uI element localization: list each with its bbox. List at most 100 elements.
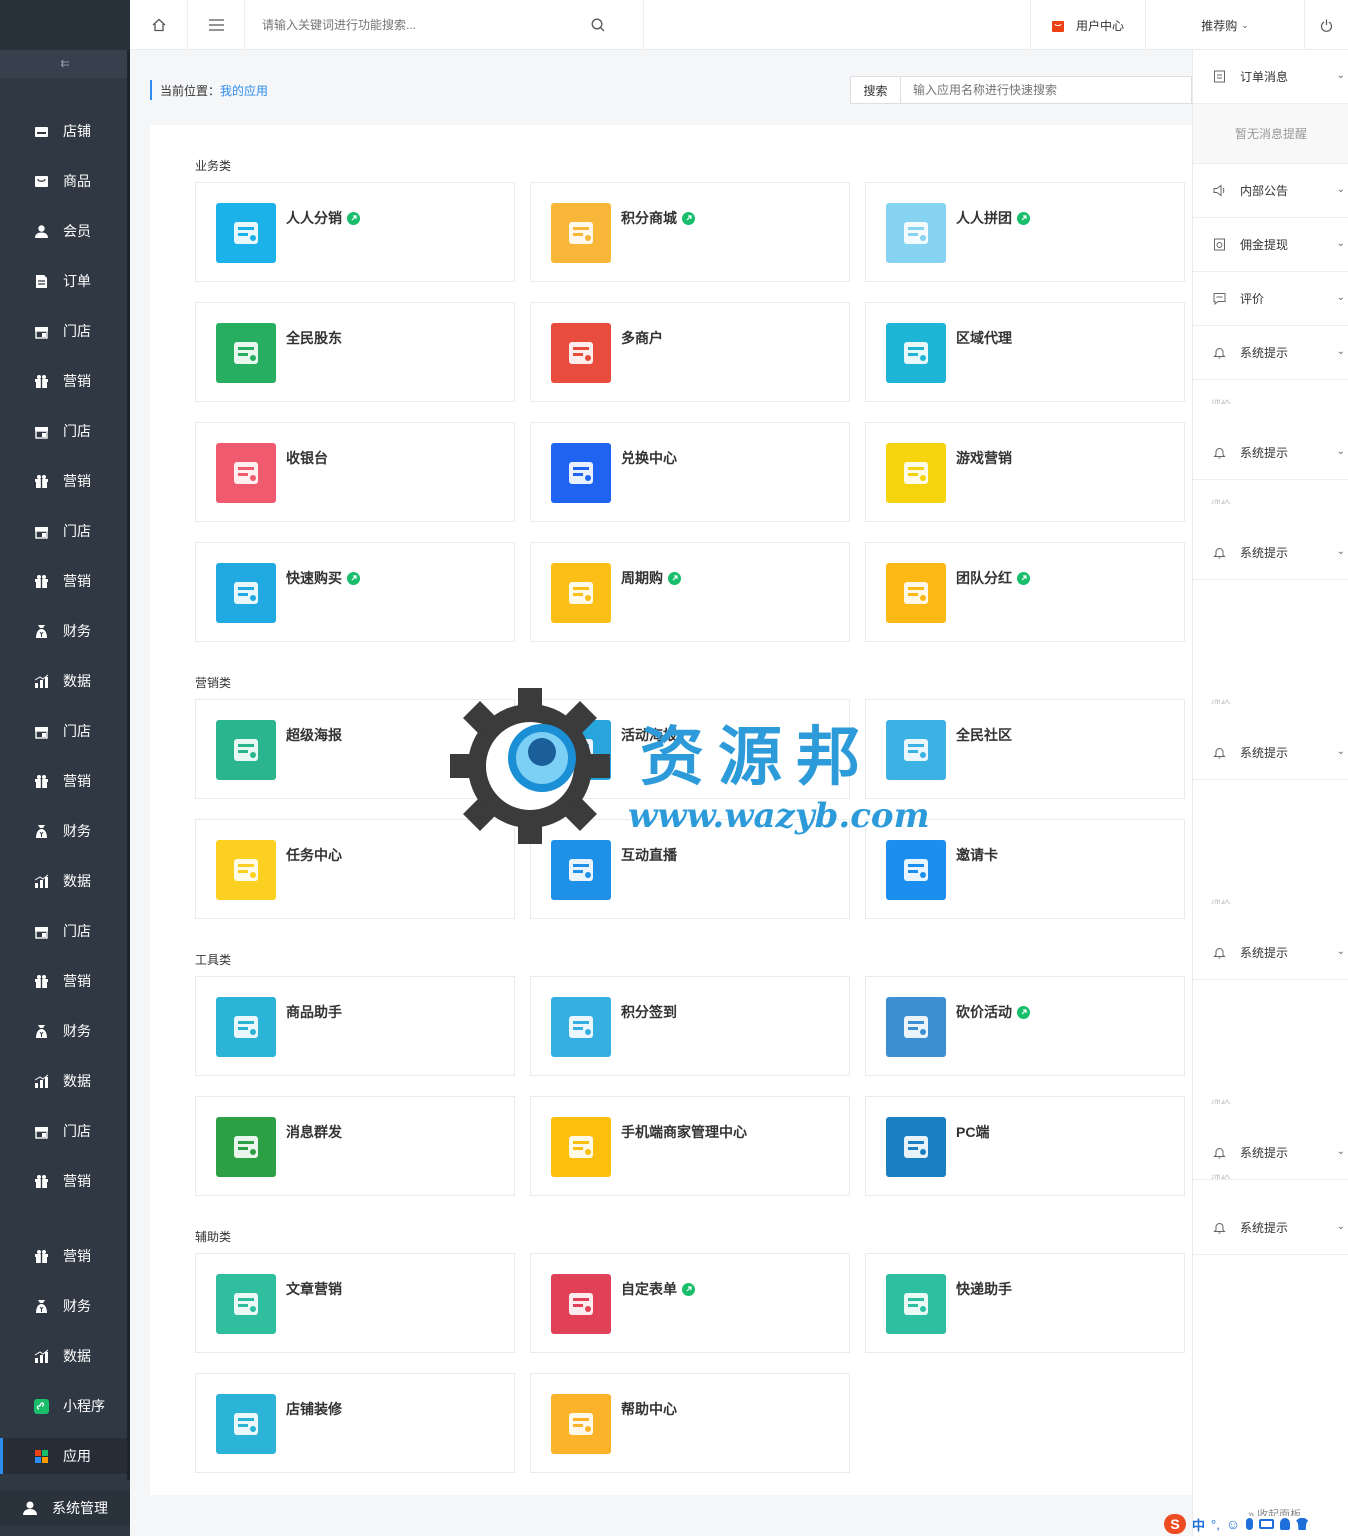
app-card[interactable]: 商品助手 — [195, 976, 515, 1076]
app-card[interactable]: 积分商城 — [530, 182, 850, 282]
sidebar-item-2[interactable]: 会员 — [0, 213, 127, 249]
sidebar-item-11[interactable]: 数据 — [0, 663, 127, 699]
app-card[interactable]: 店铺装修 — [195, 1373, 515, 1473]
sidebar-item-label: 小程序 — [63, 1398, 105, 1414]
app-card[interactable]: 游戏营销 — [865, 422, 1185, 522]
sidebar-item-21[interactable]: 营销 — [0, 1163, 127, 1199]
ime-chinese-icon[interactable]: 中 — [1192, 1515, 1205, 1534]
sidebar-item-14[interactable]: 财务 — [0, 813, 127, 849]
withdraw-icon — [1213, 238, 1226, 251]
app-name-text: 互动直播 — [621, 847, 677, 863]
sidebar-item-4[interactable]: 门店 — [0, 313, 127, 349]
panel-item-6[interactable]: 系统提示 ⌄ — [1193, 526, 1348, 580]
app-card[interactable]: 兑换中心 — [530, 422, 850, 522]
sidebar-item-12[interactable]: 门店 — [0, 713, 127, 749]
panel-item-3[interactable]: 评价 ⌄ — [1193, 272, 1348, 326]
ime-user-icon[interactable] — [1280, 1518, 1291, 1530]
sidebar-item-label: 门店 — [63, 323, 91, 339]
message-icon — [216, 1117, 276, 1177]
app-card[interactable]: 砍价活动 — [865, 976, 1185, 1076]
sidebar-item-1[interactable]: 商品 — [0, 163, 127, 199]
sidebar-item-24[interactable]: 数据 — [0, 1338, 127, 1374]
system-manage-button[interactable]: 系统管理 — [0, 1490, 130, 1526]
app-card[interactable]: 文章营销 — [195, 1253, 515, 1353]
panel-item-1[interactable]: 内部公告 ⌄ — [1193, 164, 1348, 218]
ime-keyboard-icon[interactable] — [1259, 1519, 1275, 1529]
panel-item-8[interactable]: 系统提示 ⌄ — [1193, 926, 1348, 980]
app-card[interactable]: 团队分红 — [865, 542, 1185, 642]
gift-icon — [34, 374, 49, 389]
sidebar-item-19[interactable]: 数据 — [0, 1063, 127, 1099]
user-center-button[interactable]: 用户中心 — [1030, 0, 1146, 50]
breadcrumb-current[interactable]: 我的应用 — [220, 82, 268, 99]
panel-item-5[interactable]: 系统提示 ⌄ — [1193, 426, 1348, 480]
sidebar-item-8[interactable]: 门店 — [0, 513, 127, 549]
sidebar-item-18[interactable]: 财务 — [0, 1013, 127, 1049]
sidebar-item-13[interactable]: 营销 — [0, 763, 127, 799]
sidebar-scrollbar[interactable] — [127, 50, 130, 1480]
sidebar-item-23[interactable]: 财务 — [0, 1288, 127, 1324]
sidebar-item-15[interactable]: 数据 — [0, 863, 127, 899]
app-card[interactable]: 人人分销 — [195, 182, 515, 282]
chevron-down-icon: ⌄ — [1336, 346, 1345, 357]
power-icon — [1320, 19, 1333, 32]
panel-item-0[interactable]: 订单消息 ⌄ — [1193, 50, 1348, 104]
app-card[interactable]: 积分签到 — [530, 976, 850, 1076]
sogou-icon[interactable]: S — [1164, 1514, 1186, 1534]
app-card[interactable]: 全民股东 — [195, 302, 515, 402]
app-card[interactable]: 快递助手 — [865, 1253, 1185, 1353]
quick-search-input[interactable] — [901, 83, 1181, 97]
sidebar-item-10[interactable]: 财务 — [0, 613, 127, 649]
breadcrumb-prefix: 当前位置： — [160, 83, 221, 98]
sidebar-item-20[interactable]: 门店 — [0, 1113, 127, 1149]
menu-button[interactable] — [188, 0, 245, 50]
home-button[interactable] — [130, 0, 188, 50]
app-card[interactable]: 区域代理 — [865, 302, 1185, 402]
ime-skin-icon[interactable] — [1296, 1518, 1309, 1530]
app-card[interactable]: 手机端商家管理中心 — [530, 1096, 850, 1196]
app-card[interactable]: 多商户 — [530, 302, 850, 402]
panel-item-7[interactable]: 系统提示 ⌄ — [1193, 726, 1348, 780]
ime-punct-icon[interactable]: °, — [1211, 1517, 1220, 1532]
sidebar-item-label: 财务 — [63, 623, 91, 639]
app-card[interactable]: 快速购买 — [195, 542, 515, 642]
quick-search-button[interactable]: 搜索 — [851, 77, 901, 103]
recommend-dropdown[interactable]: 推荐购 ⌄ — [1146, 0, 1305, 50]
app-name-text: 全民股东 — [286, 330, 342, 346]
gift-icon — [34, 1249, 49, 1264]
app-card[interactable]: 收银台 — [195, 422, 515, 522]
app-card[interactable]: 全民社区 — [865, 699, 1185, 799]
sidebar-item-26[interactable]: 应用 — [0, 1438, 127, 1474]
logout-button[interactable] — [1305, 0, 1348, 50]
sidebar-item-25[interactable]: 小程序 — [0, 1388, 127, 1424]
fold-icon[interactable]: ⇇ — [0, 50, 130, 78]
sidebar-item-16[interactable]: 门店 — [0, 913, 127, 949]
app-card[interactable]: 帮助中心 — [530, 1373, 850, 1473]
app-card[interactable]: PC端 — [865, 1096, 1185, 1196]
order-icon — [34, 274, 49, 289]
ime-emoji-icon[interactable]: ☺ — [1226, 1516, 1240, 1532]
gear-logo-icon — [450, 688, 610, 844]
panel-item-4[interactable]: 系统提示 ⌄ — [1193, 326, 1348, 380]
function-search-input[interactable] — [245, 18, 585, 32]
app-card[interactable]: 人人拼团 — [865, 182, 1185, 282]
panel-item-2[interactable]: 佣金提现 ⌄ — [1193, 218, 1348, 272]
sidebar-item-17[interactable]: 营销 — [0, 963, 127, 999]
sidebar-item-6[interactable]: 门店 — [0, 413, 127, 449]
search-icon[interactable] — [591, 18, 605, 32]
panel-overflow-ghost: 评价 — [1211, 396, 1231, 404]
sidebar-item-9[interactable]: 营销 — [0, 563, 127, 599]
app-name-text: 团队分红 — [956, 570, 1012, 586]
sidebar-item-5[interactable]: 营销 — [0, 363, 127, 399]
ime-mic-icon[interactable] — [1246, 1518, 1254, 1530]
panel-item-10[interactable]: 系统提示 ⌄ — [1193, 1201, 1348, 1255]
app-name-text: 人人分销 — [286, 210, 342, 226]
sidebar-item-7[interactable]: 营销 — [0, 463, 127, 499]
app-name: 人人拼团 — [956, 208, 1030, 228]
sidebar-item-3[interactable]: 订单 — [0, 263, 127, 299]
app-card[interactable]: 消息群发 — [195, 1096, 515, 1196]
app-card[interactable]: 自定表单 — [530, 1253, 850, 1353]
sidebar-item-22[interactable]: 营销 — [0, 1238, 127, 1274]
app-card[interactable]: 周期购 — [530, 542, 850, 642]
sidebar-item-0[interactable]: 店铺 — [0, 113, 127, 149]
